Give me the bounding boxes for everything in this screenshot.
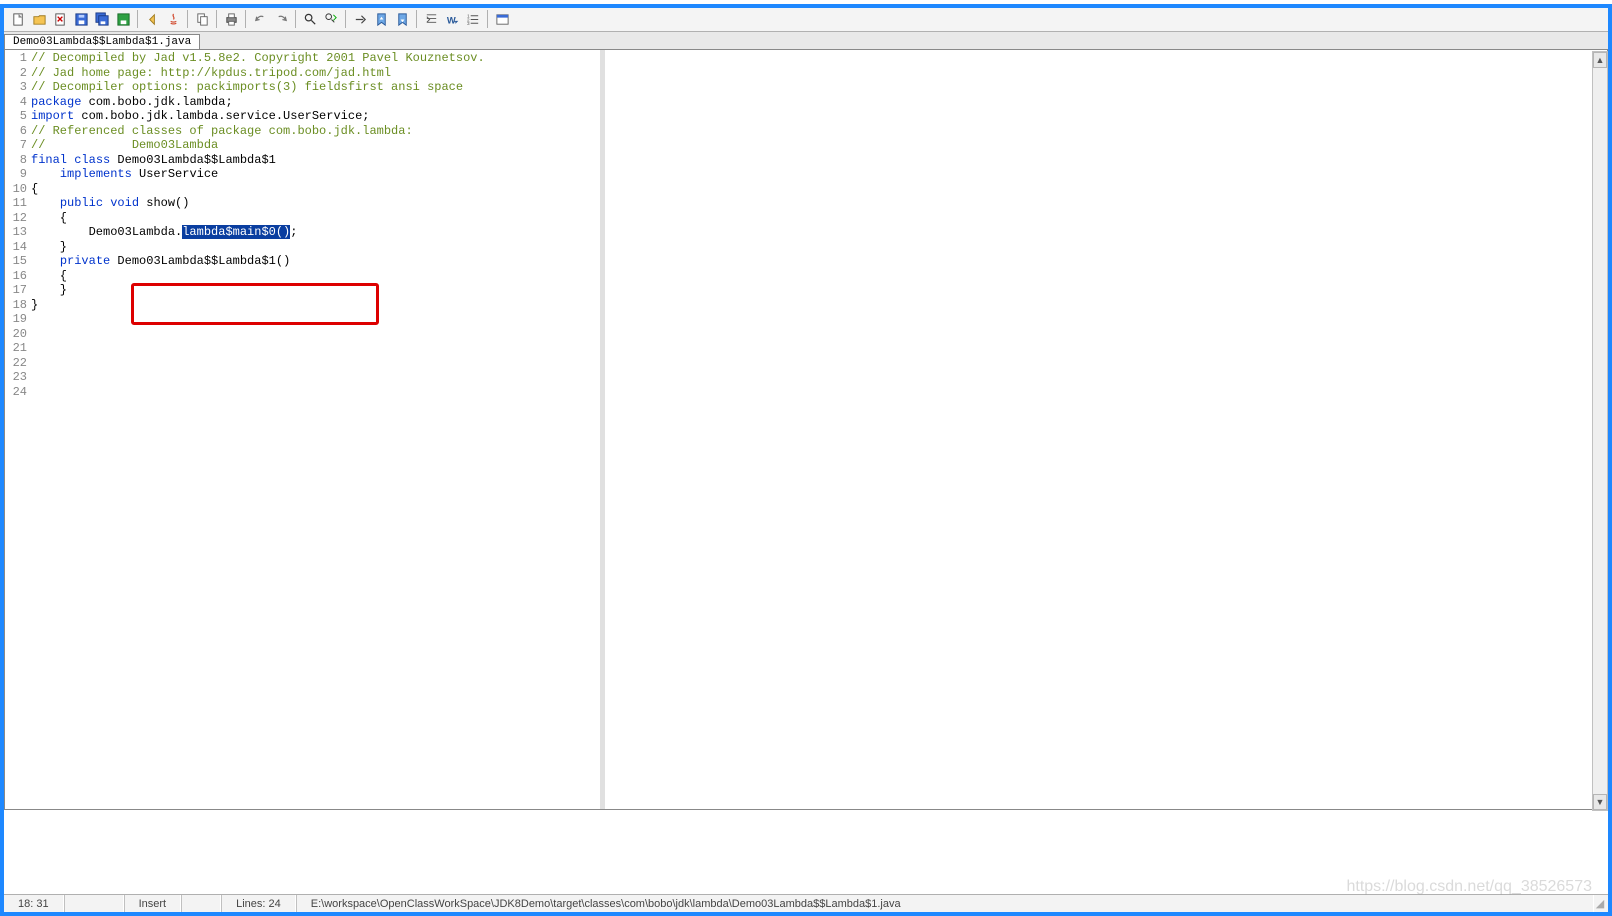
separator xyxy=(295,10,296,28)
print-button[interactable] xyxy=(221,9,241,29)
svg-text:3: 3 xyxy=(466,21,469,26)
status-spacer xyxy=(64,895,124,912)
status-cursor-pos: 18: 31 xyxy=(4,895,64,912)
status-lines: Lines: 24 xyxy=(221,895,296,912)
java-button[interactable] xyxy=(163,9,183,29)
line-gutter: 123456789101112131415161718192021222324 xyxy=(5,50,31,809)
tab-file[interactable]: Demo03Lambda$$Lambda$1.java xyxy=(4,34,200,49)
redo-button[interactable] xyxy=(271,9,291,29)
status-bar: 18: 31 Insert Lines: 24 E:\workspace\Ope… xyxy=(4,894,1608,912)
status-spacer2 xyxy=(181,895,221,912)
bookmark-up-button[interactable] xyxy=(371,9,391,29)
options-button[interactable] xyxy=(492,9,512,29)
back-button[interactable] xyxy=(142,9,162,29)
save-as-button[interactable] xyxy=(113,9,133,29)
status-mode: Insert xyxy=(124,895,182,912)
toolbar: W 123 xyxy=(4,7,1608,32)
scroll-down-button[interactable]: ▼ xyxy=(1593,794,1607,810)
bookmark-down-button[interactable] xyxy=(392,9,412,29)
separator xyxy=(345,10,346,28)
editor-pane-right[interactable] xyxy=(605,50,1607,809)
line-numbers-button[interactable]: 123 xyxy=(463,9,483,29)
find-button[interactable] xyxy=(300,9,320,29)
vertical-scrollbar[interactable]: ▲ ▼ xyxy=(1592,51,1608,811)
save-all-button[interactable] xyxy=(92,9,112,29)
tab-strip: Demo03Lambda$$Lambda$1.java xyxy=(4,32,1608,50)
separator xyxy=(187,10,188,28)
undo-button[interactable] xyxy=(250,9,270,29)
separator xyxy=(137,10,138,28)
find-next-button[interactable] xyxy=(321,9,341,29)
separator xyxy=(416,10,417,28)
wordwrap-button[interactable]: W xyxy=(442,9,462,29)
code-area[interactable]: // Decompiled by Jad v1.5.8e2. Copyright… xyxy=(31,50,485,809)
save-button[interactable] xyxy=(71,9,91,29)
separator xyxy=(487,10,488,28)
close-button[interactable] xyxy=(50,9,70,29)
open-button[interactable] xyxy=(29,9,49,29)
goto-button[interactable] xyxy=(350,9,370,29)
scroll-up-button[interactable]: ▲ xyxy=(1593,52,1607,68)
separator xyxy=(216,10,217,28)
copy-button[interactable] xyxy=(192,9,212,29)
editor-pane-left[interactable]: 123456789101112131415161718192021222324 … xyxy=(5,50,605,809)
separator xyxy=(245,10,246,28)
svg-text:W: W xyxy=(446,15,455,25)
editor-split: 123456789101112131415161718192021222324 … xyxy=(4,50,1608,810)
new-file-button[interactable] xyxy=(8,9,28,29)
indent-button[interactable] xyxy=(421,9,441,29)
resize-grip-icon[interactable]: ◢ xyxy=(1594,897,1608,910)
status-filepath: E:\workspace\OpenClassWorkSpace\JDK8Demo… xyxy=(296,895,1594,912)
